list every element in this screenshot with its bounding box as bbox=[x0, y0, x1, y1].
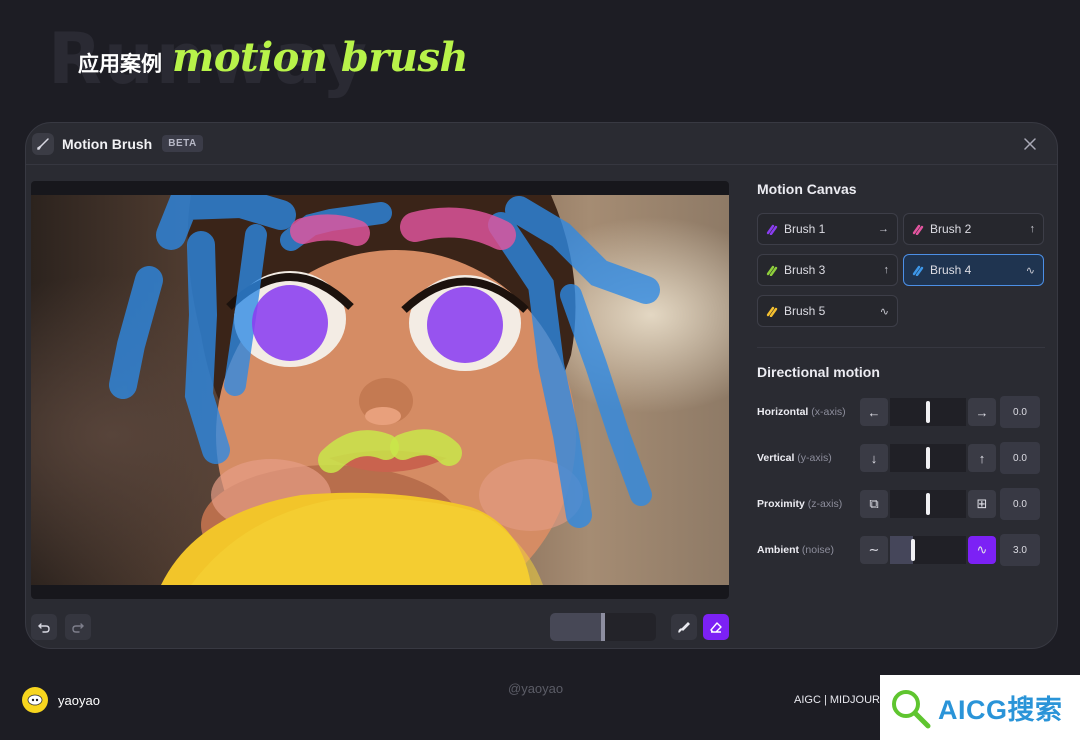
brush-5-button[interactable]: Brush 5 ∿ bbox=[757, 295, 898, 327]
close-icon[interactable] bbox=[1021, 135, 1039, 153]
axis-value[interactable]: 0.0 bbox=[1000, 396, 1040, 428]
brush-label: Brush 4 bbox=[930, 263, 972, 277]
directional-motion-title: Directional motion bbox=[757, 364, 880, 380]
noise-icon: ∿ bbox=[1025, 264, 1035, 277]
eraser-icon[interactable] bbox=[703, 614, 729, 640]
brush-label: Brush 3 bbox=[784, 263, 826, 277]
axis-row-ambient: Ambient (noise) ∼ ∿ 3.0 bbox=[757, 534, 1045, 566]
motion-canvas[interactable] bbox=[31, 181, 729, 599]
aicg-badge-text: AICG搜索 bbox=[938, 695, 1063, 725]
brush-4-button[interactable]: Brush 4 ∿ bbox=[903, 254, 1044, 286]
motion-canvas-title: Motion Canvas bbox=[757, 181, 857, 197]
canvas-image[interactable] bbox=[31, 195, 729, 585]
axis-slider[interactable] bbox=[890, 398, 966, 426]
brush-2-button[interactable]: Brush 2 ↑ bbox=[903, 213, 1044, 245]
brush-icon[interactable] bbox=[671, 614, 697, 640]
axis-label: Ambient (noise) bbox=[757, 544, 835, 556]
axis-label: Horizontal (x-axis) bbox=[757, 406, 846, 418]
axis-row-proximity: Proximity (z-axis) ⧉ ⊞ 0.0 bbox=[757, 488, 1045, 520]
axis-slider-thumb[interactable] bbox=[926, 493, 930, 515]
expand-icon[interactable]: ⊞ bbox=[968, 490, 996, 518]
brush-swatch-icon bbox=[766, 224, 778, 235]
beta-badge: BETA bbox=[162, 135, 203, 152]
watermark: @yaoyao bbox=[508, 681, 564, 696]
motion-brush-window: Motion Brush BETA Motion Canvas Brush 1 … bbox=[25, 122, 1058, 649]
brush-swatch-icon bbox=[766, 306, 778, 317]
canvas-toolbar bbox=[31, 612, 729, 642]
axis-value[interactable]: 0.0 bbox=[1000, 442, 1040, 474]
heading-accent: motion brush bbox=[172, 34, 469, 81]
brush-size-slider[interactable] bbox=[550, 613, 656, 641]
brush-3-button[interactable]: Brush 3 ↑ bbox=[757, 254, 898, 286]
heading-chinese: 应用案例 bbox=[78, 53, 162, 76]
footer-tags: AIGC | MIDJOUR bbox=[794, 694, 880, 706]
axis-slider-thumb[interactable] bbox=[926, 447, 930, 469]
redo-icon[interactable] bbox=[65, 614, 91, 640]
aicg-search-badge: AICG搜索 bbox=[880, 675, 1080, 740]
arrow-left-icon[interactable]: ← bbox=[860, 398, 888, 426]
brush-swatch-icon bbox=[912, 224, 924, 235]
arrow-up-icon: ↑ bbox=[1029, 223, 1036, 235]
brush-list: Brush 1 → Brush 2 ↑ Brush 3 ↑ Brush 4 ∿ Brush 5 ∿ bbox=[757, 213, 1045, 327]
axis-value[interactable]: 3.0 bbox=[1000, 534, 1040, 566]
brush-size-fill bbox=[550, 613, 601, 641]
painted-image bbox=[109, 195, 660, 585]
brush-1-button[interactable]: Brush 1 → bbox=[757, 213, 898, 245]
arrow-right-icon[interactable]: → bbox=[968, 398, 996, 426]
axis-slider[interactable] bbox=[890, 444, 966, 472]
axis-row-horizontal: Horizontal (x-axis) ← → 0.0 bbox=[757, 396, 1045, 428]
axis-row-vertical: Vertical (y-axis) ↓ ↑ 0.0 bbox=[757, 442, 1045, 474]
noise-icon: ∿ bbox=[879, 305, 889, 318]
axis-label: Vertical (y-axis) bbox=[757, 452, 832, 464]
arrow-up-icon[interactable]: ↑ bbox=[968, 444, 996, 472]
axis-slider[interactable] bbox=[890, 490, 966, 518]
arrow-right-icon: → bbox=[878, 223, 889, 235]
magnifier-icon bbox=[892, 689, 931, 728]
axis-value[interactable]: 0.0 bbox=[1000, 488, 1040, 520]
brush-label: Brush 5 bbox=[784, 304, 826, 318]
axis-list: Horizontal (x-axis) ← → 0.0 Vertical (y-axis… bbox=[757, 396, 1045, 566]
shrink-icon[interactable]: ⧉ bbox=[860, 490, 888, 518]
arrow-up-icon: ↑ bbox=[883, 264, 890, 276]
brush-app-icon bbox=[32, 132, 54, 155]
brush-size-thumb[interactable] bbox=[601, 613, 605, 641]
axis-slider[interactable] bbox=[890, 536, 966, 564]
slide-heading: 应用案例 motion brush bbox=[78, 34, 469, 81]
avatar bbox=[22, 687, 48, 713]
window-title: Motion Brush bbox=[62, 135, 153, 152]
axis-slider-thumb[interactable] bbox=[911, 539, 915, 561]
brush-label: Brush 1 bbox=[784, 222, 826, 236]
window-titlebar: Motion Brush BETA bbox=[26, 123, 1057, 165]
author-name: yaoyao bbox=[58, 693, 100, 708]
brush-swatch-icon bbox=[766, 265, 778, 276]
brush-swatch-icon bbox=[912, 265, 924, 276]
axis-slider-fill bbox=[890, 536, 913, 564]
undo-icon[interactable] bbox=[31, 614, 57, 640]
axis-label: Proximity (z-axis) bbox=[757, 498, 843, 510]
arrow-down-icon[interactable]: ↓ bbox=[860, 444, 888, 472]
axis-slider-thumb[interactable] bbox=[926, 401, 930, 423]
brush-label: Brush 2 bbox=[930, 222, 972, 236]
low-noise-icon[interactable]: ∼ bbox=[860, 536, 888, 564]
high-noise-icon[interactable]: ∿ bbox=[968, 536, 996, 564]
motion-settings-panel: Motion Canvas Brush 1 → Brush 2 ↑ Brush 3 ↑ Br… bbox=[757, 181, 1045, 580]
panel-divider bbox=[757, 347, 1045, 348]
